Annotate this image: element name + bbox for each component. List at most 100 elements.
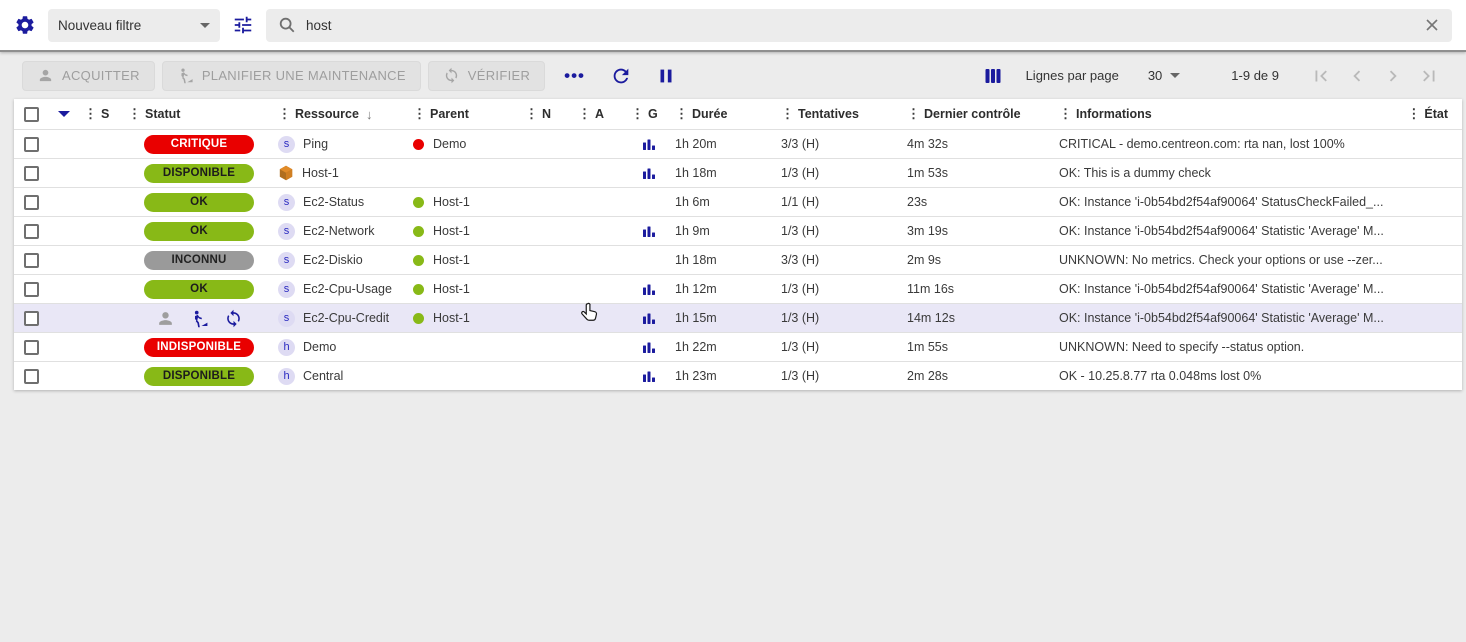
row-checkbox[interactable] xyxy=(24,166,39,181)
more-actions-icon[interactable]: ••• xyxy=(564,66,585,86)
drag-handle-icon[interactable]: ⋮ xyxy=(578,106,591,122)
graph-icon[interactable] xyxy=(641,339,657,355)
drag-handle-icon[interactable]: ⋮ xyxy=(413,106,426,122)
search-icon xyxy=(278,16,296,34)
table-row[interactable]: sEc2-Cpu-CreditHost-11h 15m1/3 (H)14m 12… xyxy=(14,303,1462,332)
parent-name[interactable]: Host-1 xyxy=(433,224,470,238)
edit-columns-icon[interactable] xyxy=(983,66,1003,86)
graph-icon[interactable] xyxy=(641,136,657,152)
acknowledge-button[interactable]: ACQUITTER xyxy=(22,61,155,91)
table-row[interactable]: DISPONIBLEhCentral1h 23m1/3 (H)2m 28sOK … xyxy=(14,361,1462,390)
row-resource-cell[interactable]: sEc2-Network xyxy=(270,217,405,245)
row-resource-cell[interactable]: sEc2-Cpu-Usage xyxy=(270,275,405,303)
graph-icon[interactable] xyxy=(641,223,657,239)
drag-handle-icon[interactable]: ⋮ xyxy=(84,106,97,122)
row-resource-cell[interactable]: hCentral xyxy=(270,362,405,390)
row-checkbox[interactable] xyxy=(24,340,39,355)
row-resource-cell[interactable]: Host-1 xyxy=(270,159,405,187)
column-header-s[interactable]: ⋮S xyxy=(76,99,120,129)
pause-icon[interactable] xyxy=(655,65,677,87)
table-row[interactable]: INDISPONIBLEhDemo1h 22m1/3 (H)1m 55sUNKN… xyxy=(14,332,1462,361)
table-row[interactable]: OKsEc2-NetworkHost-11h 9m1/3 (H)3m 19sOK… xyxy=(14,216,1462,245)
first-page-icon[interactable] xyxy=(1308,63,1334,89)
refresh-icon[interactable] xyxy=(610,65,632,87)
resource-name[interactable]: Ec2-Cpu-Credit xyxy=(303,311,389,325)
column-header-etat[interactable]: ⋮État xyxy=(1404,99,1462,129)
column-header-a[interactable]: ⋮A xyxy=(570,99,623,129)
clear-search-icon[interactable] xyxy=(1424,17,1440,33)
drag-handle-icon[interactable]: ⋮ xyxy=(278,106,291,122)
search-input[interactable]: host xyxy=(266,9,1452,42)
row-checkbox[interactable] xyxy=(24,311,39,326)
table-row[interactable]: OKsEc2-Cpu-UsageHost-11h 12m1/3 (H)11m 1… xyxy=(14,274,1462,303)
acknowledge-icon[interactable] xyxy=(156,309,175,328)
row-parent-cell: Demo xyxy=(405,130,517,158)
parent-name[interactable]: Demo xyxy=(433,137,466,151)
row-resource-cell[interactable]: sPing xyxy=(270,130,405,158)
drag-handle-icon[interactable]: ⋮ xyxy=(907,106,920,122)
advanced-filter-icon[interactable] xyxy=(232,14,254,36)
column-header-n[interactable]: ⋮N xyxy=(517,99,570,129)
resource-name[interactable]: Host-1 xyxy=(302,166,339,180)
resource-name[interactable]: Ec2-Cpu-Usage xyxy=(303,282,392,296)
resource-name[interactable]: Ec2-Network xyxy=(303,224,375,238)
parent-name[interactable]: Host-1 xyxy=(433,195,470,209)
check-button[interactable]: VÉRIFIER xyxy=(428,61,545,91)
schedule-downtime-button[interactable]: PLANIFIER UNE MAINTENANCE xyxy=(162,61,421,91)
maintenance-worker-icon[interactable] xyxy=(190,309,209,328)
row-checkbox[interactable] xyxy=(24,282,39,297)
column-header-parent[interactable]: ⋮Parent xyxy=(405,99,517,129)
table-row[interactable]: DISPONIBLEHost-11h 18m1/3 (H)1m 53sOK: T… xyxy=(14,158,1462,187)
drag-handle-icon[interactable]: ⋮ xyxy=(128,106,141,122)
drag-handle-icon[interactable]: ⋮ xyxy=(1407,106,1420,122)
resource-name[interactable]: Ec2-Status xyxy=(303,195,364,209)
settings-gear-icon[interactable] xyxy=(14,14,36,36)
drag-handle-icon[interactable]: ⋮ xyxy=(781,106,794,122)
resource-name[interactable]: Ping xyxy=(303,137,328,151)
select-all-checkbox[interactable] xyxy=(24,107,39,122)
select-options-caret-icon[interactable] xyxy=(58,111,70,117)
check-sync-icon[interactable] xyxy=(224,309,243,328)
row-notes-cell xyxy=(517,130,570,158)
row-resource-cell[interactable]: sEc2-Status xyxy=(270,188,405,216)
table-row[interactable]: CRITIQUEsPingDemo1h 20m3/3 (H)4m 32sCRIT… xyxy=(14,129,1462,158)
last-page-icon[interactable] xyxy=(1416,63,1442,89)
sort-desc-icon[interactable]: ↓ xyxy=(366,107,373,122)
row-checkbox[interactable] xyxy=(24,369,39,384)
row-checkbox[interactable] xyxy=(24,195,39,210)
rows-per-page-select[interactable]: 30 xyxy=(1148,68,1180,83)
column-header-informations[interactable]: ⋮Informations xyxy=(1051,99,1404,129)
graph-icon[interactable] xyxy=(641,165,657,181)
column-header-dernier_controle[interactable]: ⋮Dernier contrôle xyxy=(899,99,1051,129)
parent-name[interactable]: Host-1 xyxy=(433,282,470,296)
drag-handle-icon[interactable]: ⋮ xyxy=(631,106,644,122)
resource-name[interactable]: Ec2-Diskio xyxy=(303,253,363,267)
next-page-icon[interactable] xyxy=(1380,63,1406,89)
resource-name[interactable]: Central xyxy=(303,369,343,383)
column-header-tentatives[interactable]: ⋮Tentatives xyxy=(773,99,899,129)
column-header-statut[interactable]: ⋮Statut xyxy=(120,99,270,129)
graph-icon[interactable] xyxy=(641,281,657,297)
table-row[interactable]: OKsEc2-StatusHost-11h 6m1/1 (H)23sOK: In… xyxy=(14,187,1462,216)
column-header-ressource[interactable]: ⋮Ressource↓ xyxy=(270,99,405,129)
parent-name[interactable]: Host-1 xyxy=(433,253,470,267)
parent-name[interactable]: Host-1 xyxy=(433,311,470,325)
previous-page-icon[interactable] xyxy=(1344,63,1370,89)
column-header-g[interactable]: ⋮G xyxy=(623,99,667,129)
resource-name[interactable]: Demo xyxy=(303,340,336,354)
row-checkbox[interactable] xyxy=(24,137,39,152)
drag-handle-icon[interactable]: ⋮ xyxy=(675,106,688,122)
row-resource-cell[interactable]: sEc2-Diskio xyxy=(270,246,405,274)
row-resource-cell[interactable]: sEc2-Cpu-Credit xyxy=(270,304,405,332)
row-resource-cell[interactable]: hDemo xyxy=(270,333,405,361)
saved-filter-select[interactable]: Nouveau filtre xyxy=(48,9,220,42)
row-graph-cell xyxy=(623,333,667,361)
drag-handle-icon[interactable]: ⋮ xyxy=(525,106,538,122)
row-checkbox[interactable] xyxy=(24,253,39,268)
table-row[interactable]: INCONNUsEc2-DiskioHost-11h 18m3/3 (H)2m … xyxy=(14,245,1462,274)
graph-icon[interactable] xyxy=(641,368,657,384)
row-checkbox[interactable] xyxy=(24,224,39,239)
graph-icon[interactable] xyxy=(641,310,657,326)
column-header-duree[interactable]: ⋮Durée xyxy=(667,99,773,129)
drag-handle-icon[interactable]: ⋮ xyxy=(1059,106,1072,122)
